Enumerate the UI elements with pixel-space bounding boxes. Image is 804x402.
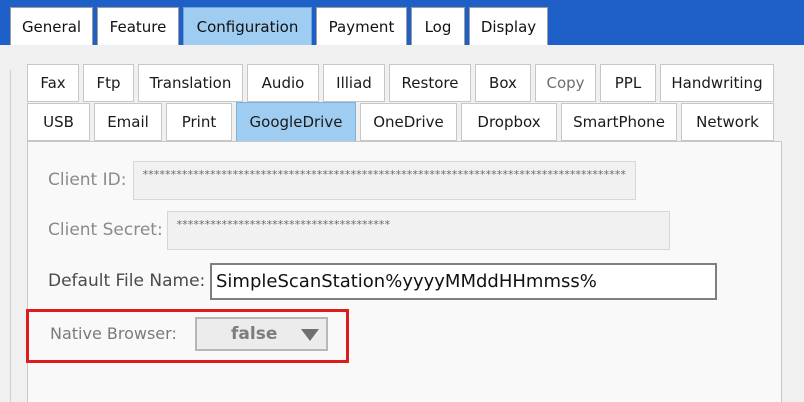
subtab-print[interactable]: Print: [166, 103, 232, 141]
default-file-name-input[interactable]: SimpleScanStation%yyyyMMddHHmmss%: [210, 263, 717, 300]
subtab-onedrive[interactable]: OneDrive: [360, 103, 457, 141]
tab-payment[interactable]: Payment: [316, 7, 407, 45]
client-secret-label: Client Secret:: [48, 220, 163, 240]
tab-display[interactable]: Display: [469, 7, 548, 45]
subtab-ftp[interactable]: Ftp: [83, 64, 134, 102]
subtab-email[interactable]: Email: [94, 103, 162, 141]
subtab-dropbox[interactable]: Dropbox: [461, 103, 557, 141]
native-browser-label: Native Browser:: [50, 324, 177, 343]
client-secret-field[interactable]: **************************************: [167, 211, 670, 250]
subtab-translation[interactable]: Translation: [138, 64, 243, 102]
subtab-usb[interactable]: USB: [27, 103, 90, 141]
subtab-handwriting[interactable]: Handwriting: [660, 64, 774, 102]
tab-feature[interactable]: Feature: [97, 7, 179, 45]
tab-log[interactable]: Log: [411, 7, 465, 45]
native-browser-value: false: [231, 324, 278, 344]
subtab-box[interactable]: Box: [475, 64, 531, 102]
subtab-googledrive[interactable]: GoogleDrive: [236, 102, 356, 142]
subtab-audio[interactable]: Audio: [247, 64, 319, 102]
subtab-fax[interactable]: Fax: [27, 64, 79, 102]
tab-general[interactable]: General: [10, 7, 93, 45]
subtab-network[interactable]: Network: [681, 103, 774, 141]
subtab-illiad[interactable]: Illiad: [323, 64, 385, 102]
subtab-restore[interactable]: Restore: [389, 64, 471, 102]
subtab-smartphone[interactable]: SmartPhone: [561, 103, 677, 141]
default-file-name-label: Default File Name:: [48, 271, 206, 291]
subtab-copy[interactable]: Copy: [535, 64, 596, 102]
tab-configuration[interactable]: Configuration: [183, 7, 312, 45]
native-browser-select[interactable]: false: [195, 317, 328, 351]
client-id-label: Client ID:: [48, 170, 127, 190]
client-id-field[interactable]: ****************************************…: [133, 161, 636, 200]
dropdown-arrow-icon: [301, 329, 319, 341]
subtab-ppl[interactable]: PPL: [600, 64, 656, 102]
